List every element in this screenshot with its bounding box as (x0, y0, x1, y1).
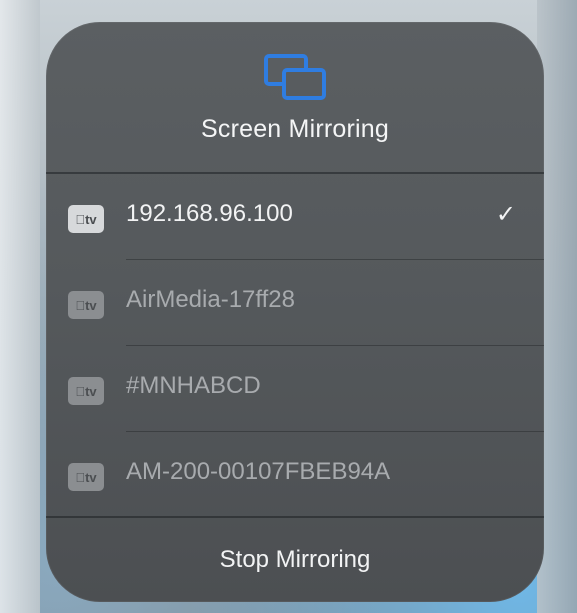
apple-tv-icon: tv (68, 377, 104, 405)
device-row-airmedia[interactable]: tv AirMedia-17ff28 (46, 260, 544, 346)
stop-mirroring-button[interactable]: Stop Mirroring (46, 518, 544, 602)
device-name: AM-200-00107FBEB94A (126, 458, 391, 485)
apple-tv-icon: tv (68, 291, 104, 319)
apple-tv-icon: tv (68, 463, 104, 491)
device-list: tv 192.168.96.100 ✓ tv AirMedia-17ff28… (46, 174, 544, 518)
device-row-mnhabcd[interactable]: tv #MNHABCD (46, 346, 544, 432)
background-blur-left (0, 0, 40, 613)
panel-footer: Stop Mirroring (46, 518, 544, 602)
device-row-am-200[interactable]: tv AM-200-00107FBEB94A (46, 432, 544, 518)
device-row-192-168-96-100[interactable]: tv 192.168.96.100 ✓ (46, 174, 544, 260)
page-title: Screen Mirroring (201, 115, 389, 143)
apple-tv-icon: tv (68, 205, 104, 233)
panel-header: Screen Mirroring (46, 22, 544, 174)
screen-mirroring-panel: Screen Mirroring tv 192.168.96.100 ✓ t… (46, 22, 544, 602)
device-name: AirMedia-17ff28 (126, 286, 295, 313)
device-name: 192.168.96.100 (126, 200, 293, 227)
checkmark-icon: ✓ (495, 201, 516, 228)
device-name: #MNHABCD (126, 372, 261, 399)
screen-mirroring-icon (264, 54, 326, 100)
